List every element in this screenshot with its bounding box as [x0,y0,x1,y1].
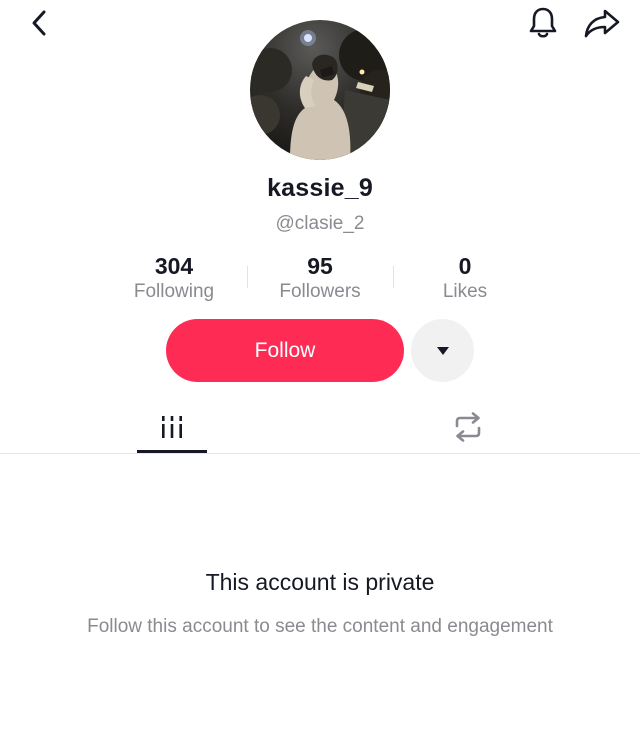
likes-count: 0 [458,253,472,279]
avatar-photo [250,20,390,160]
share-button[interactable] [582,4,622,42]
following-count: 304 [154,253,194,279]
private-account-title: This account is private [205,569,435,595]
stat-followers[interactable]: 95 Followers [240,252,400,304]
following-label: Following [133,281,215,302]
username: kassie_9 [267,174,373,202]
avatar[interactable] [250,20,390,160]
follow-button[interactable]: Follow [166,319,404,382]
tab-videos[interactable] [137,400,207,454]
bell-icon [529,7,557,38]
tab-reposts[interactable] [432,400,504,454]
profile-page: kassie_9 @clasie_2 304 Following 95 Foll… [0,0,640,756]
tabs-divider [0,453,640,454]
stat-following[interactable]: 304 Following [94,252,254,304]
notifications-button[interactable] [524,4,562,42]
followers-label: Followers [279,281,361,302]
chevron-left-icon [32,10,46,36]
repost-icon [455,412,481,442]
followers-count: 95 [307,253,333,279]
user-handle: @clasie_2 [275,213,365,234]
caret-down-icon [436,346,449,355]
suggested-accounts-button[interactable] [411,319,474,382]
likes-label: Likes [442,281,488,302]
private-account-subtitle: Follow this account to see the content a… [87,616,553,637]
share-arrow-icon [584,9,620,38]
back-button[interactable] [22,6,56,40]
video-grid-icon [162,416,182,438]
stat-likes[interactable]: 0 Likes [385,252,545,304]
